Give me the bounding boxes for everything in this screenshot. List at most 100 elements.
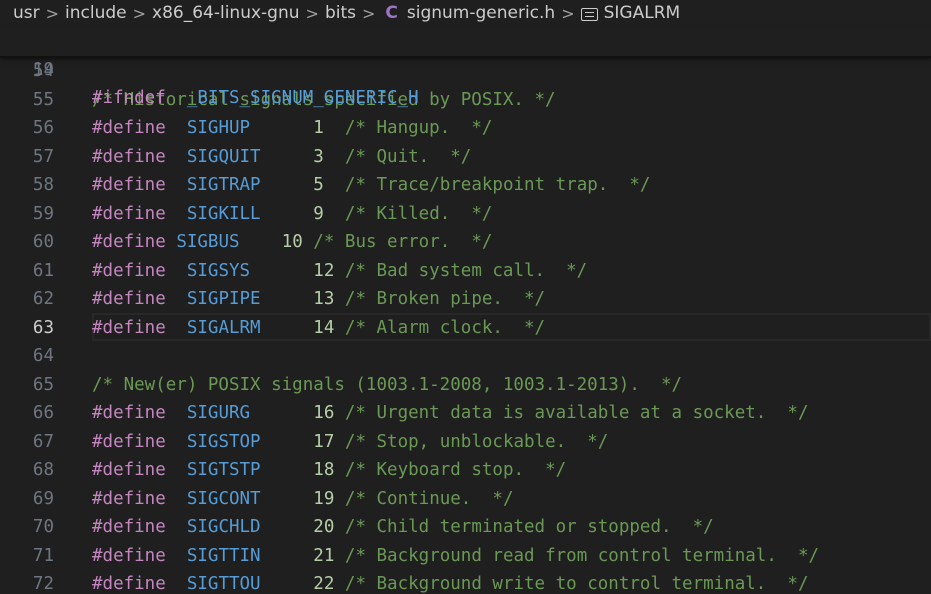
code-line-row[interactable]: 56 #define SIGHUP 1 /* Hangup. */ — [0, 114, 931, 142]
code-line-row[interactable]: 59 #define SIGKILL 9 /* Killed. */ — [0, 200, 931, 228]
macro-name: SIGTRAP — [186, 175, 261, 195]
signal-number: 22 — [313, 574, 335, 594]
line-number: 66 — [32, 403, 54, 423]
code-editor[interactable]: usr > include > x86_64-linux-gnu > bits … — [0, 0, 931, 594]
code-line-row[interactable]: 57 #define SIGQUIT 3 /* Quit. */ — [0, 143, 931, 171]
code-line-row[interactable]: 66 #define SIGURG 16 /* Urgent data is av… — [0, 399, 931, 427]
line-number: 57 — [32, 146, 54, 167]
code-line-row[interactable]: 69 #define SIGCONT 19 /* Continue. */ — [0, 485, 931, 513]
breadcrumb-item-file[interactable]: signum-generic.h — [407, 3, 555, 23]
code-line-row[interactable]: 68 #define SIGTSTP 18 /* Keyboard stop. *… — [0, 456, 931, 484]
sticky-scroll-header[interactable]: 19 #ifndef _BITS_SIGNUM_GENERIC_H — [0, 28, 931, 108]
code-line-row[interactable]: 65 /* New(er) POSIX signals (1003.1-2008,… — [0, 371, 931, 399]
code-text: #define SIGCONT 19 /* Continue. */ — [92, 485, 514, 513]
code-text: #define SIGALRM 14 /* Alarm clock. */ — [92, 314, 545, 342]
comment: /* Broken pipe. */ — [334, 289, 546, 309]
code-line-row[interactable]: 64 — [0, 342, 931, 370]
code-text: #define SIGTTIN 21 /* Background read fr… — [92, 542, 819, 570]
preprocessor-keyword: #define — [92, 203, 166, 224]
code-line-row[interactable]: 61 #define SIGSYS 12 /* Bad system call. … — [0, 257, 931, 285]
code-line-row[interactable]: 60 #define SIGBUS 10 /* Bus error. */ — [0, 228, 931, 256]
breadcrumb-item-usr[interactable]: usr — [13, 3, 40, 23]
breadcrumb-item-symbol[interactable]: SIGALRM — [604, 3, 681, 23]
code-text: #define SIGTSTP 18 /* Keyboard stop. */ — [92, 456, 566, 484]
preprocessor-keyword: #define — [92, 146, 166, 167]
c-file-icon: C — [385, 3, 398, 23]
line-number: 67 — [32, 431, 54, 452]
macro-name: SIGSYS — [186, 260, 251, 281]
preprocessor-keyword: #define — [92, 260, 166, 281]
macro-name: SIGTSTP — [186, 460, 261, 480]
line-number: 58 — [32, 175, 54, 195]
signal-number: 19 — [313, 488, 335, 509]
code-text: #define SIGURG 16 /* Urgent data is avai… — [92, 399, 808, 427]
signal-number: 1 — [313, 118, 324, 138]
comment: /* Bus error. */ — [302, 232, 493, 252]
signal-number: 14 — [313, 317, 335, 338]
code-line-row[interactable]: 67 #define SIGSTOP 17 /* Stop, unblockabl… — [0, 428, 931, 456]
line-number: 64 — [32, 346, 54, 366]
chevron-right-icon: > — [45, 3, 60, 23]
comment: /* Keyboard stop. */ — [334, 460, 567, 480]
breadcrumb-item-include[interactable]: include — [65, 3, 127, 23]
comment: /* Hangup. */ — [323, 118, 493, 138]
code-line-row[interactable]: 71 #define SIGTTIN 21 /* Background read … — [0, 542, 931, 570]
macro-name: SIGTTIN — [186, 545, 261, 566]
line-number: 72 — [32, 574, 54, 594]
code-line-row[interactable]: 72 #define SIGTTOU 22 /* Background write… — [0, 570, 931, 594]
code-line-row[interactable]: 62 #define SIGPIPE 13 /* Broken pipe. */ — [0, 285, 931, 313]
sticky-scroll-divider — [0, 56, 931, 58]
line-number: 68 — [32, 460, 54, 480]
chevron-right-icon: > — [561, 3, 575, 23]
macro-name: SIGHUP — [186, 118, 251, 138]
code-text: #define SIGQUIT 3 /* Quit. */ — [92, 143, 471, 171]
preprocessor-keyword: #define — [92, 574, 166, 594]
line-number: 70 — [32, 517, 54, 537]
code-text: /* New(er) POSIX signals (1003.1-2008, 1… — [92, 371, 682, 399]
comment: /* Killed. */ — [323, 203, 493, 224]
macro-name: SIGBUS — [176, 232, 240, 252]
breadcrumb-item-bits[interactable]: bits — [325, 3, 356, 23]
line-number: 71 — [32, 545, 54, 566]
macro-name: SIGCHLD — [186, 517, 261, 537]
code-line-row[interactable]: 54 — [0, 57, 931, 85]
signal-number: 21 — [313, 545, 335, 566]
line-number: 60 — [32, 232, 54, 252]
line-number: 69 — [32, 488, 54, 509]
macro-name: SIGURG — [186, 403, 251, 423]
code-line-row[interactable]: 70 #define SIGCHLD 20 /* Child terminated… — [0, 513, 931, 541]
signal-number: 20 — [313, 517, 335, 537]
code-line-row[interactable]: 63 #define SIGALRM 14 /* Alarm clock. */ — [0, 314, 931, 342]
preprocessor-keyword: #define — [92, 175, 166, 195]
breadcrumb: usr > include > x86_64-linux-gnu > bits … — [0, 0, 931, 26]
preprocessor-keyword: #define — [92, 431, 166, 452]
line-number: 62 — [32, 289, 54, 309]
code-text: #define SIGTTOU 22 /* Background write t… — [92, 570, 809, 594]
signal-number: 3 — [313, 146, 324, 167]
breadcrumb-item-arch[interactable]: x86_64-linux-gnu — [152, 3, 300, 23]
preprocessor-keyword: #define — [92, 545, 166, 566]
signal-number: 17 — [313, 431, 335, 452]
code-text: #define SIGHUP 1 /* Hangup. */ — [92, 114, 492, 142]
line-number: 61 — [32, 260, 54, 281]
line-number: 19 — [32, 60, 54, 80]
code-line-row[interactable]: 58 #define SIGTRAP 5 /* Trace/breakpoint … — [0, 171, 931, 199]
preprocessor-keyword: #define — [92, 488, 166, 509]
preprocessor-keyword: #define — [92, 118, 166, 138]
signal-number: 5 — [313, 175, 324, 195]
comment: /* Stop, unblockable. */ — [334, 431, 609, 452]
